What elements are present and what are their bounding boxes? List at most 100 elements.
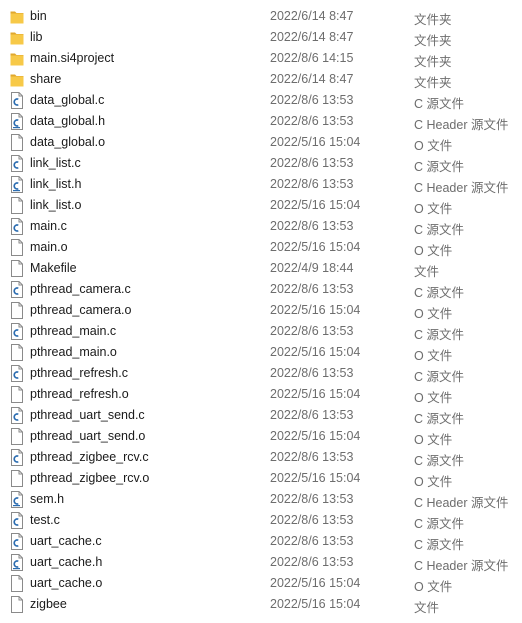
file-row[interactable]: link_list.h 2022/8/6 13:53 C Header 源文件: [0, 174, 522, 195]
file-row[interactable]: pthread_camera.o 2022/5/16 15:04 O 文件: [0, 300, 522, 321]
file-list: bin 2022/6/14 8:47 文件夹 lib 2022/6/14 8:47 文件夹…: [0, 6, 522, 615]
file-row[interactable]: data_global.o 2022/5/16 15:04 O 文件: [0, 132, 522, 153]
folder-icon: [10, 8, 24, 25]
file-row[interactable]: test.c 2022/8/6 13:53 C 源文件: [0, 510, 522, 531]
file-row[interactable]: share 2022/6/14 8:47 文件夹: [0, 69, 522, 90]
file-type: O 文件: [414, 349, 453, 363]
file-name: pthread_main.c: [30, 324, 117, 338]
file-modified-date: 2022/5/16 15:04: [270, 387, 361, 401]
file-row[interactable]: pthread_zigbee_rcv.c 2022/8/6 13:53 C 源文件: [0, 447, 522, 468]
file-name: pthread_camera.c: [30, 282, 131, 296]
file-type: C 源文件: [414, 412, 465, 426]
file-modified-date: 2022/8/6 13:53: [270, 492, 354, 506]
file-modified-date: 2022/5/16 15:04: [270, 597, 361, 611]
file-row[interactable]: bin 2022/6/14 8:47 文件夹: [0, 6, 522, 27]
file-name: bin: [30, 9, 47, 23]
file-name: main.o: [30, 240, 68, 254]
file-name: share: [30, 72, 62, 86]
c-source-file-icon: [10, 365, 24, 382]
file-modified-date: 2022/5/16 15:04: [270, 576, 361, 590]
file-name: Makefile: [30, 261, 77, 275]
file-name: sem.h: [30, 492, 65, 506]
file-modified-date: 2022/5/16 15:04: [270, 240, 361, 254]
c-source-file-icon: [10, 449, 24, 466]
file-row[interactable]: main.o 2022/5/16 15:04 O 文件: [0, 237, 522, 258]
file-type: C 源文件: [414, 538, 465, 552]
file-row[interactable]: data_global.c 2022/8/6 13:53 C 源文件: [0, 90, 522, 111]
file-name: pthread_camera.o: [30, 303, 132, 317]
file-type: C 源文件: [414, 517, 465, 531]
file-row[interactable]: uart_cache.h 2022/8/6 13:53 C Header 源文件: [0, 552, 522, 573]
file-modified-date: 2022/8/6 13:53: [270, 114, 354, 128]
c-source-file-icon: [10, 218, 24, 235]
file-row[interactable]: uart_cache.o 2022/5/16 15:04 O 文件: [0, 573, 522, 594]
c-source-file-icon: [10, 323, 24, 340]
file-modified-date: 2022/5/16 15:04: [270, 303, 361, 317]
file-modified-date: 2022/8/6 13:53: [270, 534, 354, 548]
file-name: main.c: [30, 219, 67, 233]
file-row[interactable]: zigbee 2022/5/16 15:04 文件: [0, 594, 522, 615]
file-name: uart_cache.c: [30, 534, 102, 548]
file-modified-date: 2022/8/6 13:53: [270, 513, 354, 527]
file-icon: [10, 197, 24, 214]
file-type: C Header 源文件: [414, 559, 509, 573]
file-row[interactable]: uart_cache.c 2022/8/6 13:53 C 源文件: [0, 531, 522, 552]
file-type: 文件: [414, 265, 440, 279]
file-name: test.c: [30, 513, 60, 527]
file-type: O 文件: [414, 307, 453, 321]
file-modified-date: 2022/8/6 13:53: [270, 93, 354, 107]
file-name: pthread_refresh.o: [30, 387, 129, 401]
file-modified-date: 2022/6/14 8:47: [270, 72, 354, 86]
file-row[interactable]: pthread_uart_send.o 2022/5/16 15:04 O 文件: [0, 426, 522, 447]
file-row[interactable]: link_list.c 2022/8/6 13:53 C 源文件: [0, 153, 522, 174]
file-name: pthread_refresh.c: [30, 366, 128, 380]
file-row[interactable]: pthread_refresh.o 2022/5/16 15:04 O 文件: [0, 384, 522, 405]
file-modified-date: 2022/6/14 8:47: [270, 30, 354, 44]
file-type: O 文件: [414, 475, 453, 489]
file-row[interactable]: main.c 2022/8/6 13:53 C 源文件: [0, 216, 522, 237]
file-name: pthread_zigbee_rcv.o: [30, 471, 150, 485]
c-source-file-icon: [10, 407, 24, 424]
file-modified-date: 2022/8/6 13:53: [270, 555, 354, 569]
file-type: 文件夹: [414, 76, 452, 90]
file-type: C Header 源文件: [414, 496, 509, 510]
file-type: C 源文件: [414, 328, 465, 342]
file-icon: [10, 386, 24, 403]
file-modified-date: 2022/8/6 13:53: [270, 450, 354, 464]
file-name: main.si4project: [30, 51, 115, 65]
file-type: O 文件: [414, 244, 453, 258]
file-name: link_list.o: [30, 198, 82, 212]
file-row[interactable]: pthread_main.o 2022/5/16 15:04 O 文件: [0, 342, 522, 363]
file-icon: [10, 260, 24, 277]
file-name: link_list.c: [30, 156, 81, 170]
file-icon: [10, 428, 24, 445]
file-row[interactable]: lib 2022/6/14 8:47 文件夹: [0, 27, 522, 48]
file-modified-date: 2022/8/6 13:53: [270, 282, 354, 296]
file-name: data_global.h: [30, 114, 106, 128]
file-type: O 文件: [414, 580, 453, 594]
file-type: C 源文件: [414, 160, 465, 174]
file-row[interactable]: pthread_main.c 2022/8/6 13:53 C 源文件: [0, 321, 522, 342]
file-row[interactable]: main.si4project 2022/8/6 14:15 文件夹: [0, 48, 522, 69]
file-row[interactable]: pthread_camera.c 2022/8/6 13:53 C 源文件: [0, 279, 522, 300]
file-type: C 源文件: [414, 223, 465, 237]
file-modified-date: 2022/5/16 15:04: [270, 345, 361, 359]
file-row[interactable]: Makefile 2022/4/9 18:44 文件: [0, 258, 522, 279]
file-modified-date: 2022/5/16 15:04: [270, 429, 361, 443]
file-row[interactable]: sem.h 2022/8/6 13:53 C Header 源文件: [0, 489, 522, 510]
file-row[interactable]: pthread_zigbee_rcv.o 2022/5/16 15:04 O 文件: [0, 468, 522, 489]
file-type: O 文件: [414, 391, 453, 405]
file-type: O 文件: [414, 202, 453, 216]
file-name: lib: [30, 30, 43, 44]
file-row[interactable]: pthread_uart_send.c 2022/8/6 13:53 C 源文件: [0, 405, 522, 426]
file-row[interactable]: link_list.o 2022/5/16 15:04 O 文件: [0, 195, 522, 216]
c-source-file-icon: [10, 533, 24, 550]
c-source-file-icon: [10, 512, 24, 529]
file-icon: [10, 302, 24, 319]
folder-icon: [10, 29, 24, 46]
file-type: C Header 源文件: [414, 118, 509, 132]
file-row[interactable]: data_global.h 2022/8/6 13:53 C Header 源文件: [0, 111, 522, 132]
file-modified-date: 2022/8/6 13:53: [270, 177, 354, 191]
file-modified-date: 2022/8/6 14:15: [270, 51, 354, 65]
file-row[interactable]: pthread_refresh.c 2022/8/6 13:53 C 源文件: [0, 363, 522, 384]
